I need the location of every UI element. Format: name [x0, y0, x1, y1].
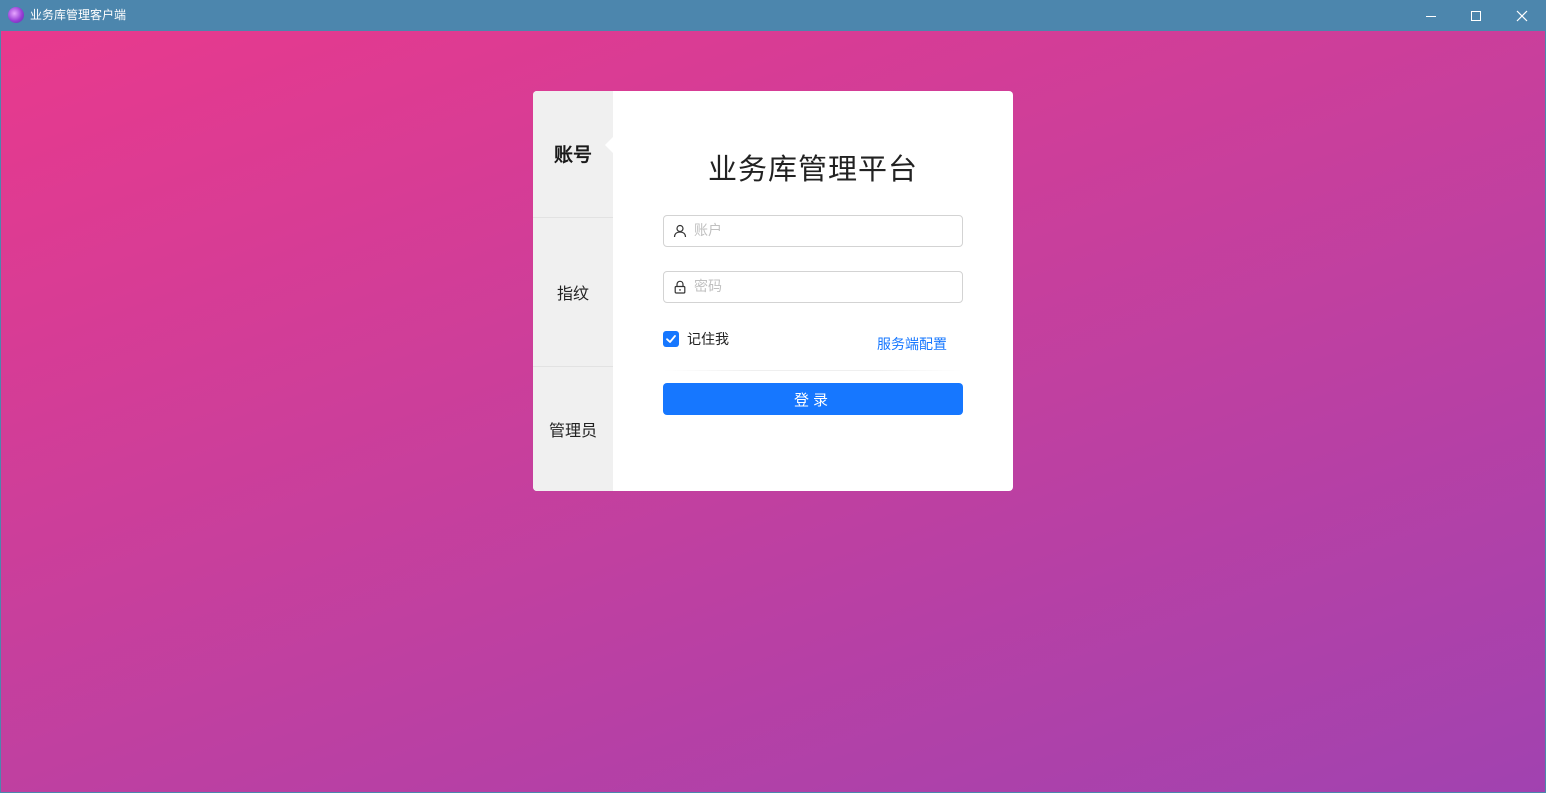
tab-account[interactable]: 账号 — [533, 91, 613, 216]
lock-icon — [666, 280, 694, 294]
remember-checkbox[interactable] — [663, 331, 679, 347]
title-bar: 业务库管理客户端 — [0, 0, 1546, 31]
account-field[interactable] — [663, 215, 963, 247]
login-mode-sidebar: 账号 指纹 管理员 — [533, 91, 614, 491]
server-config-link[interactable]: 服务端配置 — [877, 334, 947, 354]
password-field[interactable] — [663, 271, 963, 303]
maximize-icon — [1471, 10, 1481, 21]
tab-admin[interactable]: 管理员 — [533, 366, 613, 491]
tab-fingerprint[interactable]: 指纹 — [533, 217, 613, 365]
remember-me[interactable]: 记住我 — [663, 329, 729, 349]
minimize-icon — [1426, 15, 1436, 17]
divider — [663, 370, 963, 371]
tab-account-label: 账号 — [553, 144, 592, 166]
tab-admin-label: 管理员 — [548, 421, 597, 440]
tab-fingerprint-label: 指纹 — [556, 283, 589, 303]
minimize-button[interactable] — [1408, 0, 1454, 31]
check-icon — [666, 335, 676, 343]
user-icon — [666, 224, 694, 238]
close-icon — [1516, 10, 1528, 21]
account-input[interactable] — [694, 217, 962, 245]
app-logo-icon — [8, 7, 24, 23]
login-button[interactable]: 登录 — [663, 383, 963, 415]
maximize-button[interactable] — [1453, 0, 1499, 31]
close-button[interactable] — [1499, 0, 1545, 31]
password-input[interactable] — [694, 273, 962, 301]
window-title: 业务库管理客户端 — [30, 8, 127, 22]
page-title: 业务库管理平台 — [707, 152, 918, 186]
active-tab-indicator — [605, 136, 614, 154]
login-card: 账号 指纹 管理员 业务库管理平台 账户 记住我 服务端配置 登录 — [533, 91, 1013, 491]
remember-label: 记住我 — [687, 332, 729, 348]
